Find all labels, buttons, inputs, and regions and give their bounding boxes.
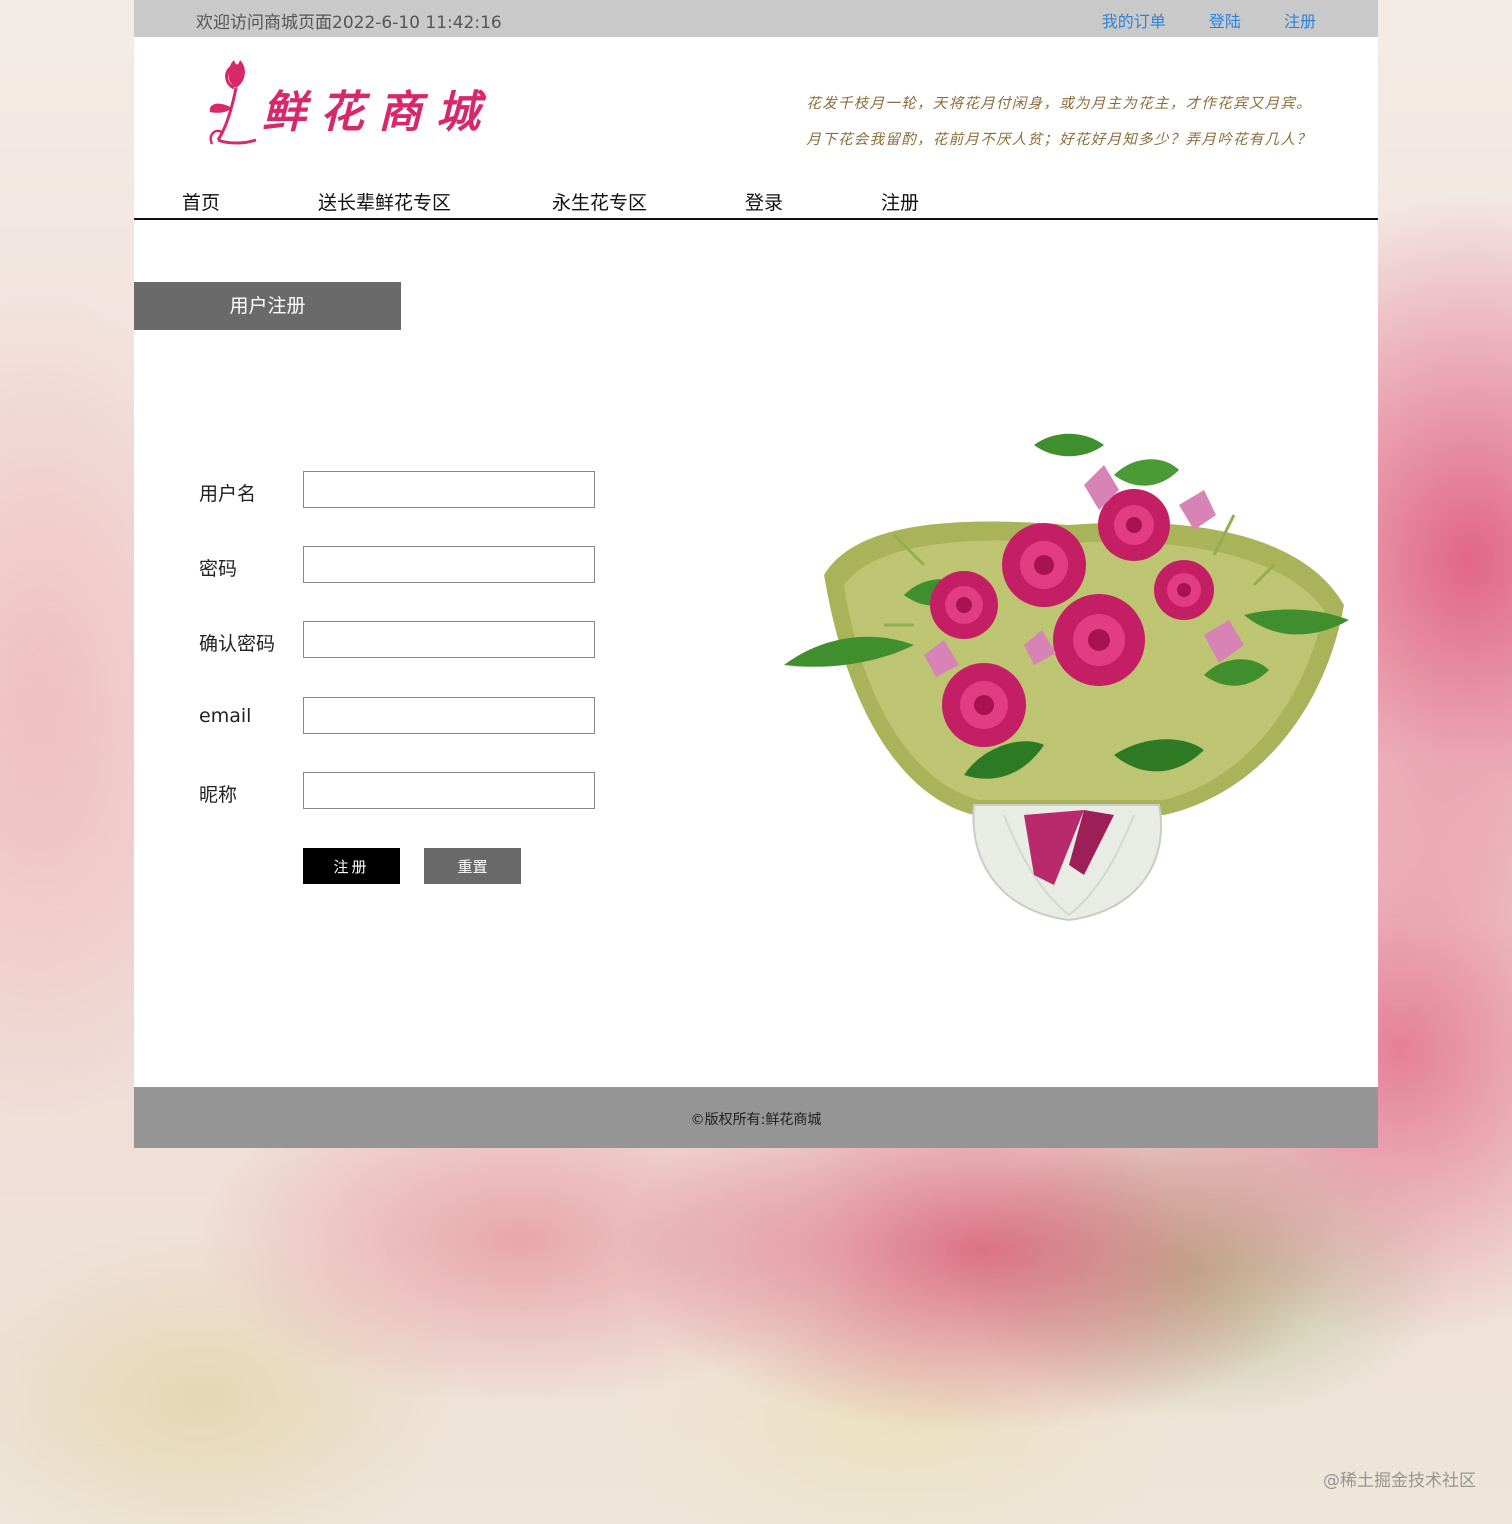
copyright-text: ©版权所有:鲜花商城 bbox=[690, 1112, 822, 1128]
reset-button[interactable]: 重置 bbox=[424, 848, 521, 884]
poem-line: 花发千枝月一轮，天将花月付闲身，或为月主为花主，才作花宾又月宾。 bbox=[806, 96, 1312, 112]
submit-button[interactable]: 注册 bbox=[303, 848, 400, 884]
my-orders-link[interactable]: 我的订单 bbox=[1102, 12, 1166, 31]
top-login-link[interactable]: 登陆 bbox=[1209, 12, 1241, 31]
password-row: 密码 bbox=[199, 546, 599, 586]
page-container: 欢迎访问商城页面2022-6-10 11:42:16 我的订单 登陆 注册 鲜花… bbox=[134, 0, 1378, 1148]
nav-item-elder-flowers[interactable]: 送长辈鲜花专区 bbox=[318, 188, 451, 215]
top-bar: 欢迎访问商城页面2022-6-10 11:42:16 我的订单 登陆 注册 bbox=[134, 0, 1378, 37]
nickname-label: 昵称 bbox=[199, 784, 238, 806]
top-register-link[interactable]: 注册 bbox=[1284, 12, 1316, 31]
email-row: email bbox=[199, 697, 599, 737]
header-poem: 花发千枝月一轮，天将花月付闲身，或为月主为花主，才作花宾又月宾。 月下花会我留酌… bbox=[806, 86, 1312, 158]
site-logo[interactable]: 鲜花商城 bbox=[204, 48, 504, 148]
password-input[interactable] bbox=[303, 546, 595, 583]
username-label: 用户名 bbox=[199, 483, 257, 505]
main-nav: 首页 送长辈鲜花专区 永生花专区 登录 注册 bbox=[134, 186, 1378, 220]
email-label: email bbox=[199, 705, 252, 727]
nickname-input[interactable] bbox=[303, 772, 595, 809]
watermark: @稀土掘金技术社区 bbox=[1323, 1471, 1476, 1491]
welcome-text: 欢迎访问商城页面2022-6-10 11:42:16 bbox=[196, 13, 502, 33]
nav-item-home[interactable]: 首页 bbox=[182, 188, 220, 215]
footer: ©版权所有:鲜花商城 bbox=[134, 1087, 1378, 1148]
nickname-row: 昵称 bbox=[199, 772, 599, 812]
logo-text: 鲜花商城 bbox=[262, 87, 494, 138]
register-title: 用户注册 bbox=[134, 282, 401, 330]
confirm-password-row: 确认密码 bbox=[199, 621, 599, 661]
password-label: 密码 bbox=[199, 558, 238, 580]
nav-item-login[interactable]: 登录 bbox=[745, 188, 783, 215]
username-row: 用户名 bbox=[199, 471, 599, 511]
top-links: 我的订单 登陆 注册 bbox=[1064, 8, 1316, 32]
nav-item-register[interactable]: 注册 bbox=[881, 188, 919, 215]
poem-line: 月下花会我留酌，花前月不厌人贫；好花好月知多少？弄月吟花有几人？ bbox=[806, 132, 1312, 148]
bouquet-image bbox=[784, 433, 1349, 922]
confirm-password-label: 确认密码 bbox=[199, 633, 276, 655]
email-input[interactable] bbox=[303, 697, 595, 734]
username-input[interactable] bbox=[303, 471, 595, 508]
confirm-password-input[interactable] bbox=[303, 621, 595, 658]
nav-item-preserved-flowers[interactable]: 永生花专区 bbox=[552, 188, 647, 215]
